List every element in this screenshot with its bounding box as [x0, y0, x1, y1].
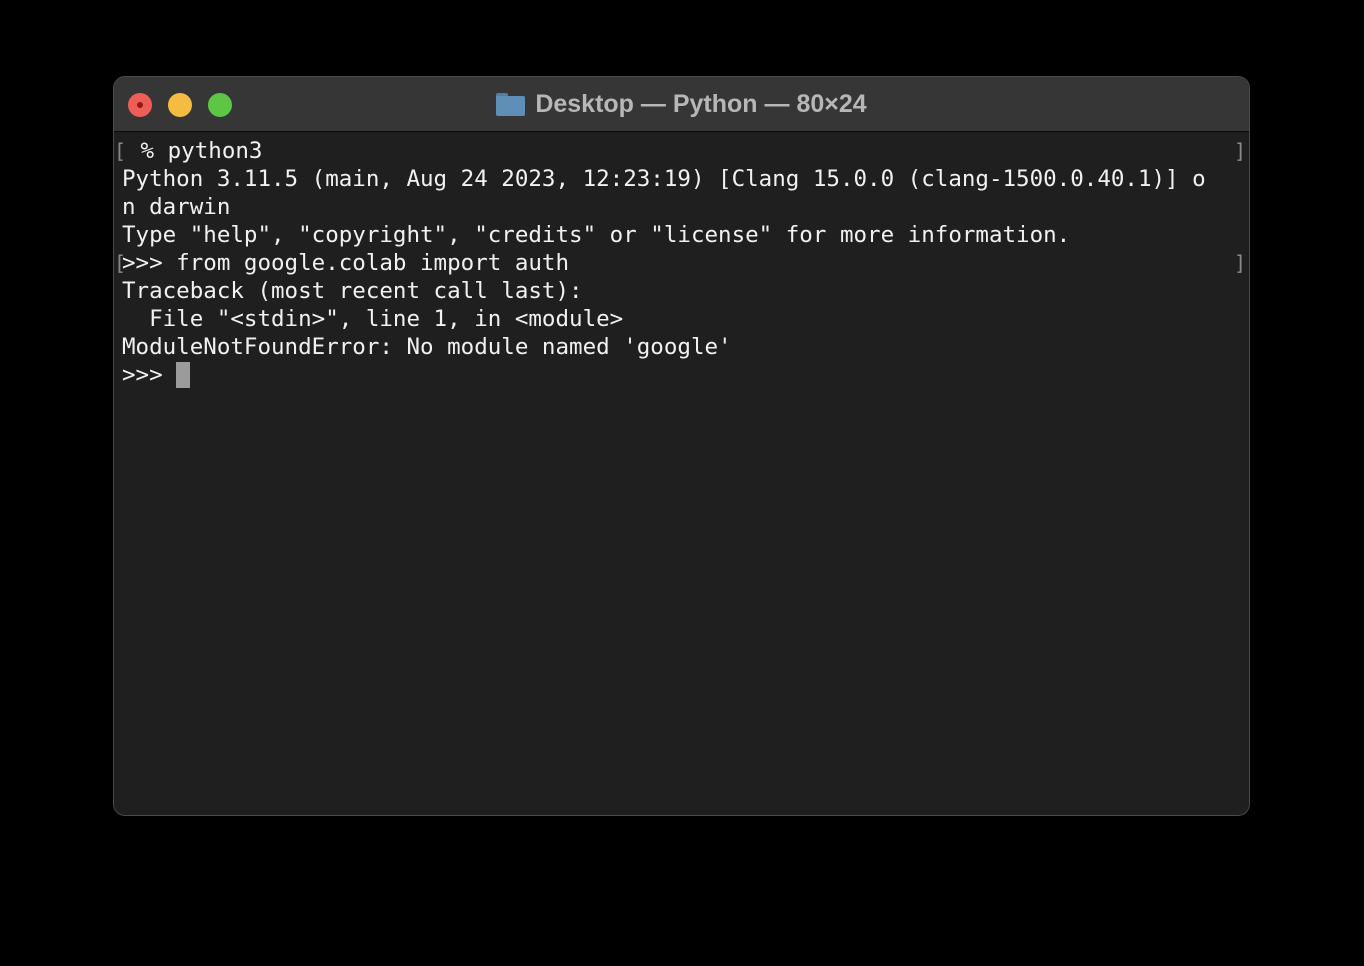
terminal-line: ModuleNotFoundError: No module named 'go… — [122, 334, 732, 360]
terminal-line: % python3 — [127, 138, 263, 164]
window-title-text: Desktop — Python — 80×24 — [535, 89, 867, 118]
folder-icon — [496, 92, 526, 116]
terminal-line: >>> from google.colab import auth — [122, 250, 570, 276]
prompt-line[interactable]: >>> — [122, 361, 1241, 389]
prompt: >>> — [122, 362, 177, 388]
command-mark-open: [ — [114, 139, 127, 163]
terminal-line: Type "help", "copyright", "credits" or "… — [122, 222, 1071, 248]
terminal-line: n darwin — [122, 194, 231, 220]
terminal-line: Traceback (most recent call last): — [122, 278, 583, 304]
title-bar[interactable]: Desktop — Python — 80×24 — [114, 77, 1249, 132]
terminal-line: Python 3.11.5 (main, Aug 24 2023, 12:23:… — [122, 166, 1206, 192]
window-title: Desktop — Python — 80×24 — [114, 77, 1249, 131]
terminal-window: Desktop — Python — 80×24 [ % python3 ] P… — [113, 76, 1250, 816]
command-mark-close: ] — [1233, 139, 1246, 163]
text-cursor — [176, 362, 191, 388]
terminal-output[interactable]: [ % python3 ] Python 3.11.5 (main, Aug 2… — [114, 132, 1249, 815]
terminal-line: File "<stdin>", line 1, in <module> — [122, 306, 624, 332]
command-mark-close: ] — [1233, 251, 1246, 275]
